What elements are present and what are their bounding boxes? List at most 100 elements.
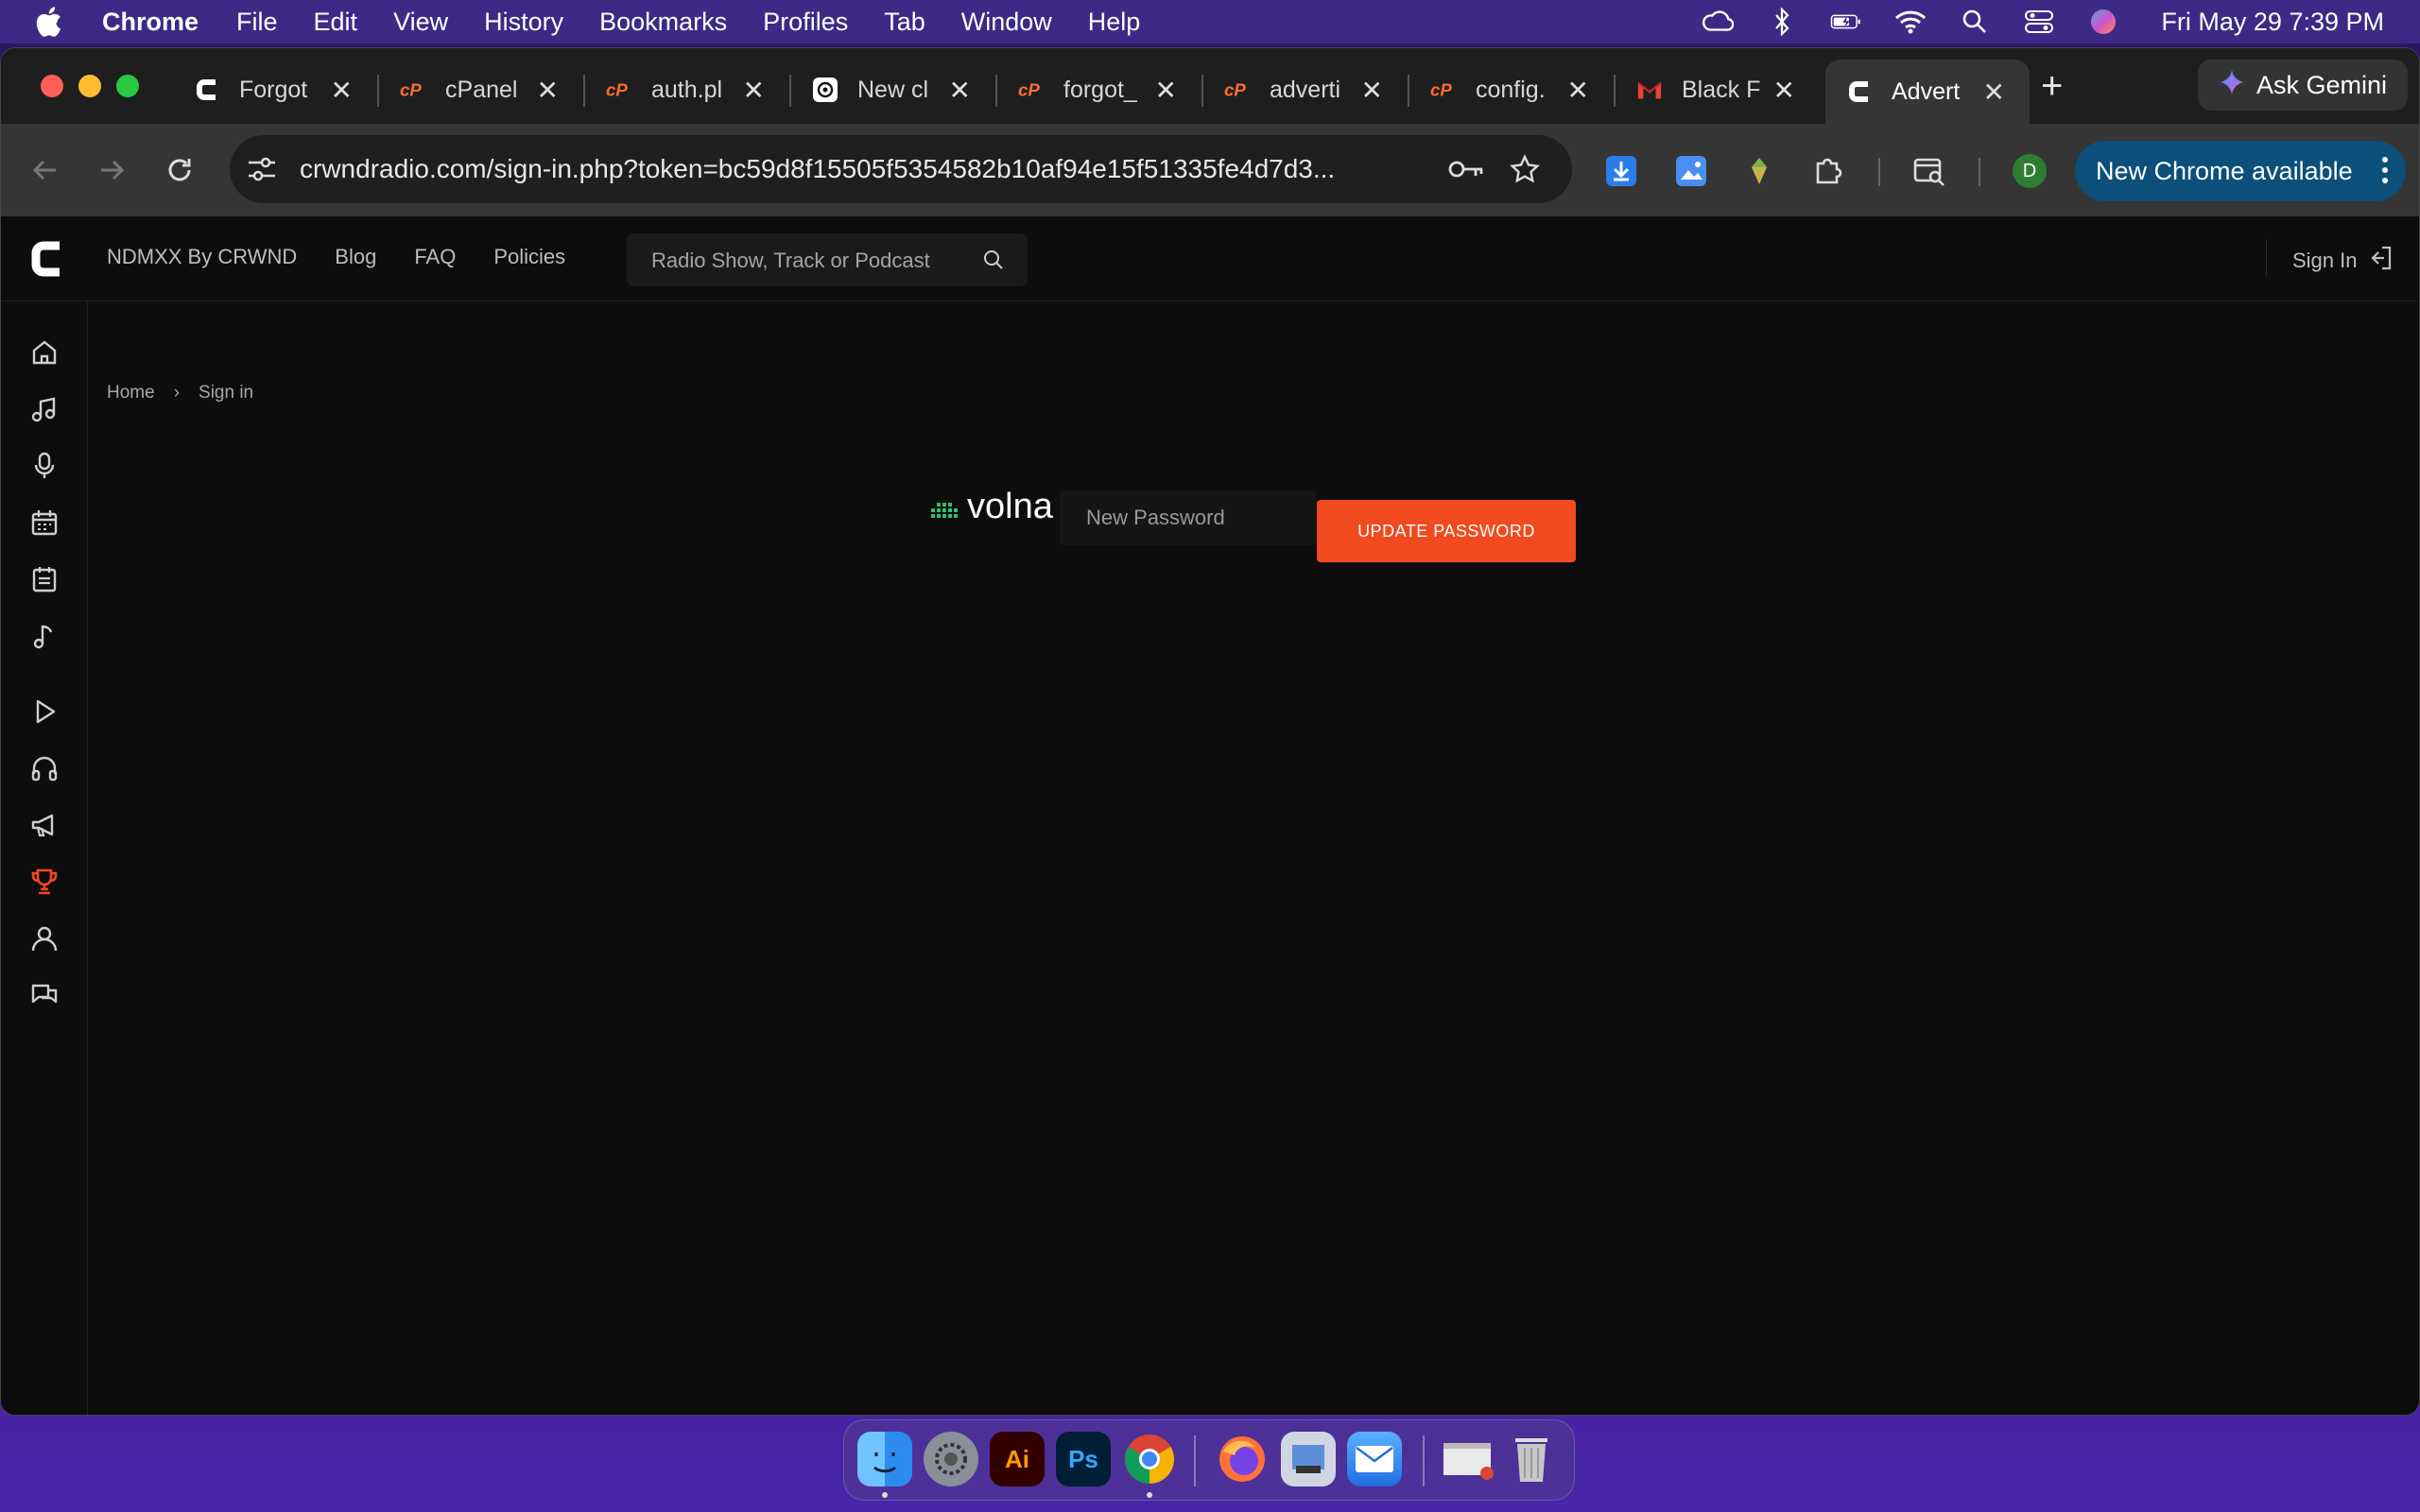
site-info-icon[interactable] <box>247 156 277 187</box>
menu-window[interactable]: Window <box>961 8 1052 37</box>
menu-edit[interactable]: Edit <box>314 8 358 37</box>
tab-advert-active[interactable]: Advert ✕ <box>1825 60 2030 124</box>
nav-policies[interactable]: Policies <box>493 245 565 269</box>
trash-icon[interactable] <box>1504 1432 1559 1486</box>
new-password-input[interactable] <box>1060 490 1317 545</box>
search-placeholder: Radio Show, Track or Podcast <box>651 249 930 272</box>
microphone-icon[interactable] <box>29 451 60 481</box>
home-icon[interactable] <box>29 337 60 368</box>
megaphone-icon[interactable] <box>29 810 60 840</box>
tab-forgot[interactable]: Forgot ✕ <box>173 60 377 120</box>
apple-icon[interactable] <box>34 6 72 38</box>
music-note-icon[interactable] <box>29 621 60 651</box>
minimize-window-button[interactable] <box>78 75 101 97</box>
gem-extension-icon[interactable] <box>1742 154 1776 188</box>
menu-bookmarks[interactable]: Bookmarks <box>599 8 727 37</box>
profile-avatar[interactable]: D <box>2013 154 2047 188</box>
battery-icon[interactable] <box>1830 8 1862 36</box>
downloads-stack-icon[interactable] <box>1442 1432 1496 1486</box>
close-tab-icon[interactable]: ✕ <box>1773 75 1795 106</box>
sign-in-link[interactable]: Sign In <box>2292 245 2394 277</box>
tab-config[interactable]: cP config. ✕ <box>1409 60 1614 120</box>
photoshop-icon[interactable]: Ps <box>1056 1432 1111 1486</box>
new-chrome-available-button[interactable]: New Chrome available <box>2075 141 2406 201</box>
chat-icon[interactable] <box>29 980 60 1010</box>
mail-icon[interactable] <box>1347 1432 1402 1486</box>
svg-text:cP: cP <box>1430 80 1452 100</box>
password-key-icon[interactable] <box>1447 156 1485 187</box>
firefox-icon[interactable] <box>1215 1432 1270 1486</box>
crwnd-icon <box>194 77 220 103</box>
siri-icon[interactable] <box>2087 8 2119 36</box>
calendar-icon[interactable] <box>29 507 60 538</box>
close-tab-icon[interactable]: ✕ <box>1983 77 2005 108</box>
volna-wordmark: volna <box>967 487 1053 526</box>
more-options-icon[interactable] <box>2381 154 2389 193</box>
close-tab-icon[interactable]: ✕ <box>1361 75 1383 106</box>
extensions-puzzle-icon[interactable] <box>1810 154 1844 188</box>
preview-icon[interactable] <box>1281 1432 1336 1486</box>
volna-logo-icon <box>931 487 959 527</box>
wifi-icon[interactable] <box>1894 8 1927 36</box>
tab-auth[interactable]: cP auth.pl ✕ <box>585 60 789 120</box>
user-icon[interactable] <box>29 923 60 954</box>
trophy-icon[interactable] <box>29 867 60 897</box>
spotlight-search-icon[interactable] <box>1959 8 1991 36</box>
new-tab-button[interactable]: + <box>2041 67 2063 105</box>
zoom-window-button[interactable] <box>116 75 139 97</box>
menu-view[interactable]: View <box>393 8 448 37</box>
crwnd-icon <box>1846 78 1873 105</box>
tab-gmail[interactable]: Black F ✕ <box>1616 60 1820 120</box>
close-tab-icon[interactable]: ✕ <box>949 75 971 106</box>
menu-file[interactable]: File <box>236 8 278 37</box>
control-center-icon[interactable] <box>2023 8 2055 36</box>
menu-profiles[interactable]: Profiles <box>763 8 848 37</box>
schedule-icon[interactable] <box>29 564 60 594</box>
back-arrow-icon[interactable] <box>29 154 61 186</box>
ask-gemini-label: Ask Gemini <box>2256 70 2388 99</box>
creative-cloud-icon[interactable] <box>1702 8 1735 36</box>
tab-advertise[interactable]: cP adverti ✕ <box>1203 60 1408 120</box>
search-icon[interactable] <box>982 249 1005 276</box>
menubar-clock[interactable]: Fri May 29 7:39 PM <box>2161 8 2384 37</box>
forward-arrow-icon[interactable] <box>95 154 128 186</box>
illustrator-icon[interactable]: Ai <box>990 1432 1045 1486</box>
menu-tab[interactable]: Tab <box>884 8 925 37</box>
reload-icon[interactable] <box>164 154 196 186</box>
site-search-input[interactable]: Radio Show, Track or Podcast <box>627 233 1028 286</box>
address-bar[interactable]: crwndradio.com/sign-in.php?token=bc59d8f… <box>230 135 1572 203</box>
close-tab-icon[interactable]: ✕ <box>1155 75 1177 106</box>
nav-blog[interactable]: Blog <box>335 245 376 269</box>
crwnd-logo-icon[interactable] <box>29 237 63 281</box>
image-extension-icon[interactable] <box>1674 154 1708 188</box>
menu-app-name[interactable]: Chrome <box>102 8 199 37</box>
tab-forgot-script[interactable]: cP forgot_ ✕ <box>997 60 1201 120</box>
finder-icon[interactable] <box>857 1432 912 1486</box>
nav-faq[interactable]: FAQ <box>414 245 456 269</box>
close-tab-icon[interactable]: ✕ <box>1567 75 1589 106</box>
close-tab-icon[interactable]: ✕ <box>331 75 353 106</box>
update-label: New Chrome available <box>2096 156 2353 185</box>
ask-gemini-button[interactable]: Ask Gemini <box>2198 60 2408 111</box>
nav-ndmxx[interactable]: NDMXX By CRWND <box>107 245 297 269</box>
bookmark-star-icon[interactable] <box>1510 154 1540 189</box>
play-icon[interactable] <box>29 696 60 727</box>
cpanel-icon: cP <box>1018 77 1045 103</box>
close-tab-icon[interactable]: ✕ <box>537 75 559 106</box>
close-tab-icon[interactable]: ✕ <box>743 75 765 106</box>
menu-history[interactable]: History <box>484 8 563 37</box>
tab-search-icon[interactable] <box>1912 154 1946 188</box>
url-text[interactable]: crwndradio.com/sign-in.php?token=bc59d8f… <box>300 154 1335 184</box>
tab-cpanel[interactable]: cP cPanel ✕ <box>379 60 583 120</box>
close-window-button[interactable] <box>41 75 63 97</box>
headphones-icon[interactable] <box>29 753 60 783</box>
chrome-icon[interactable] <box>1122 1432 1177 1486</box>
breadcrumb-home[interactable]: Home <box>107 383 155 404</box>
download-icon[interactable] <box>1604 154 1638 188</box>
bluetooth-icon[interactable] <box>1766 8 1798 36</box>
menu-help[interactable]: Help <box>1088 8 1141 37</box>
music-icon[interactable] <box>29 394 60 424</box>
update-password-button[interactable]: UPDATE PASSWORD <box>1317 500 1576 562</box>
system-settings-icon[interactable] <box>924 1432 978 1486</box>
tab-new-chat[interactable]: New cl ✕ <box>791 60 995 120</box>
